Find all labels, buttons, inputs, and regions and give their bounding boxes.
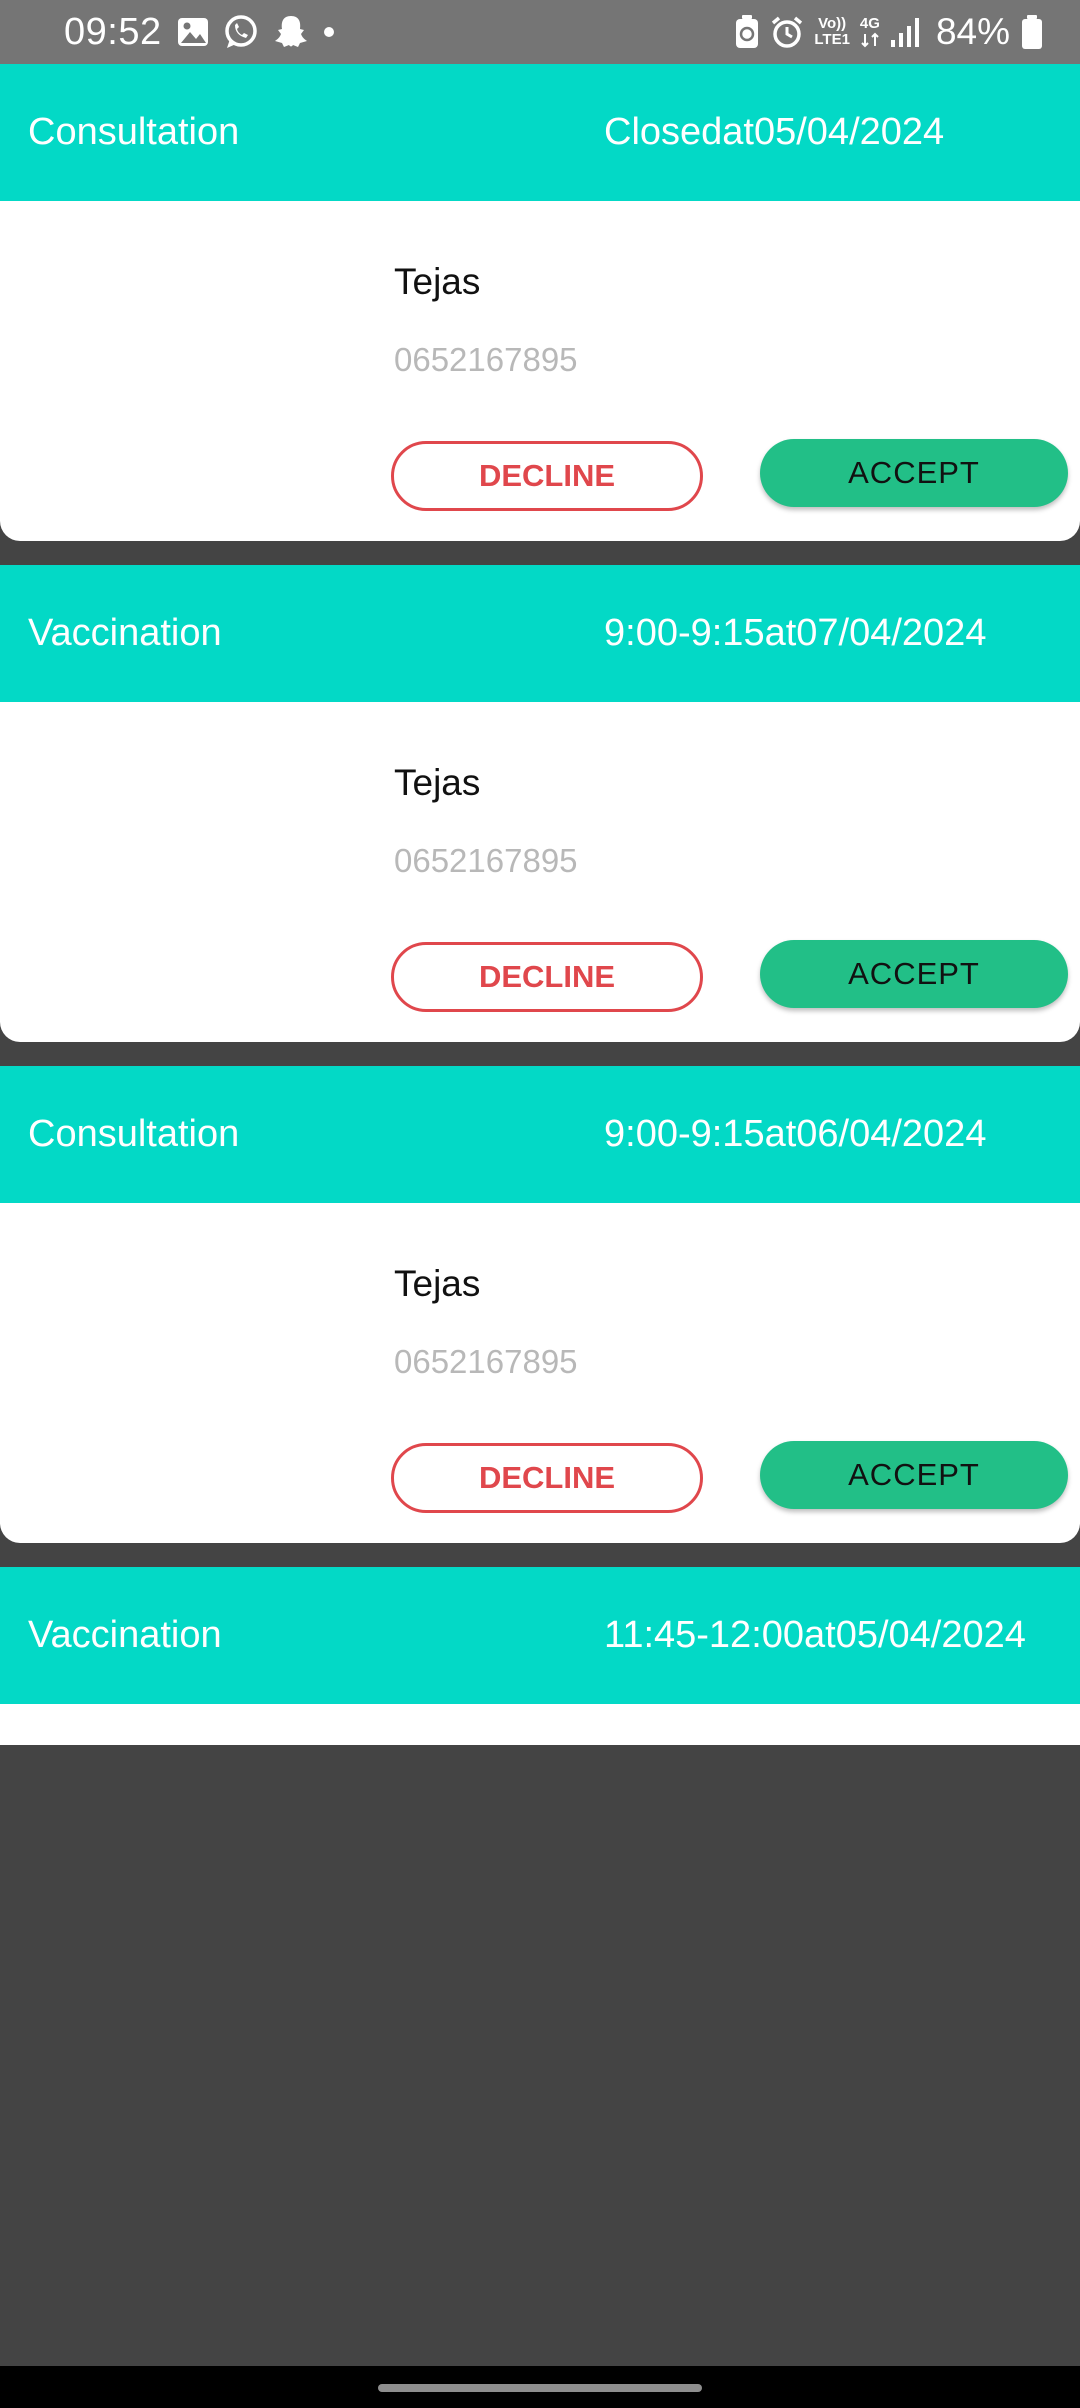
appointment-card: Consultation Closedat05/04/2024 Tejas 06… — [0, 64, 1080, 541]
appointment-header: Consultation Closedat05/04/2024 — [0, 64, 1080, 201]
patient-phone: 0652167895 — [394, 1343, 578, 1380]
home-gesture-handle[interactable] — [378, 2384, 702, 2392]
appointment-header: Vaccination 9:00-9:15at07/04/2024 — [0, 565, 1080, 702]
patient-phone: 0652167895 — [394, 341, 578, 378]
dot-icon — [322, 25, 336, 39]
patient-name: Tejas — [394, 261, 481, 302]
battery-icon — [1020, 14, 1044, 50]
accept-button[interactable]: ACCEPT — [760, 940, 1068, 1008]
battery-saver-icon — [734, 14, 760, 50]
appointment-card: Consultation 9:00-9:15at06/04/2024 Tejas… — [0, 1066, 1080, 1543]
alarm-icon — [770, 15, 804, 49]
net-label: 4G — [859, 15, 880, 32]
navigation-bar — [0, 2366, 1080, 2408]
appointment-card: Vaccination 9:00-9:15at07/04/2024 Tejas … — [0, 565, 1080, 1042]
status-bar: 09:52 Vo)) LTE1 4G 84% — [0, 0, 1080, 64]
volte-label-top: Vo)) — [818, 15, 847, 32]
snapchat-icon — [272, 13, 310, 51]
volte-label-bottom: LTE1 — [814, 31, 850, 48]
whatsapp-icon — [222, 13, 260, 51]
patient-name: Tejas — [394, 1263, 481, 1304]
accept-button[interactable]: ACCEPT — [760, 439, 1068, 507]
appointment-card: Vaccination 11:45-12:00at05/04/2024 — [0, 1567, 1080, 1745]
decline-button[interactable]: DECLINE — [391, 441, 703, 511]
appointment-body: Tejas 0652167895 DECLINE ACCEPT — [0, 702, 1080, 1042]
appointment-body: Tejas 0652167895 DECLINE ACCEPT — [0, 201, 1080, 541]
appointment-slot: 9:00-9:15at06/04/2024 — [604, 1113, 987, 1155]
signal-icon — [890, 16, 920, 48]
system-icons: Vo)) LTE1 4G 84% — [734, 8, 1044, 56]
accept-button[interactable]: ACCEPT — [760, 1441, 1068, 1509]
appointment-header: Consultation 9:00-9:15at06/04/2024 — [0, 1066, 1080, 1203]
battery-percent: 84% — [935, 11, 1010, 52]
appointment-slot: Closedat05/04/2024 — [604, 111, 945, 153]
patient-phone: 0652167895 — [394, 842, 578, 879]
notification-icons — [176, 12, 336, 52]
appointment-type: Consultation — [28, 111, 240, 153]
appointment-slot: 9:00-9:15at07/04/2024 — [604, 612, 987, 654]
appointment-body — [0, 1704, 1080, 1745]
appointment-type: Consultation — [28, 1113, 240, 1155]
decline-button[interactable]: DECLINE — [391, 942, 703, 1012]
appointment-body: Tejas 0652167895 DECLINE ACCEPT — [0, 1203, 1080, 1543]
patient-name: Tejas — [394, 762, 481, 803]
gallery-icon — [176, 15, 210, 49]
appointment-header: Vaccination 11:45-12:00at05/04/2024 — [0, 1567, 1080, 1704]
decline-button[interactable]: DECLINE — [391, 1443, 703, 1513]
status-time: 09:52 — [64, 11, 162, 53]
appointment-type: Vaccination — [28, 612, 222, 654]
volte-icon: Vo)) LTE1 — [814, 16, 850, 48]
4g-icon: 4G — [860, 16, 880, 48]
appointment-slot: 11:45-12:00at05/04/2024 — [604, 1614, 1026, 1656]
appointment-type: Vaccination — [28, 1614, 222, 1656]
